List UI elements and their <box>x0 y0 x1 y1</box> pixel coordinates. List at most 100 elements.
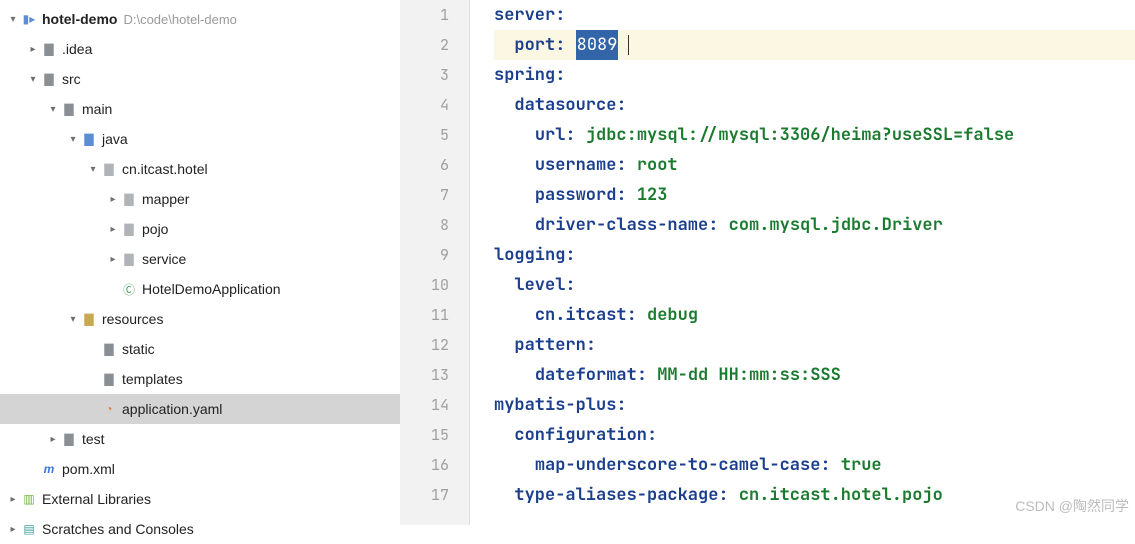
tree-label: hotel-demo <box>42 11 117 27</box>
tree-label: application.yaml <box>122 401 222 417</box>
editor-content[interactable]: server: port: 8089 spring: datasource: u… <box>470 0 1135 525</box>
resources-folder-icon: ▇ <box>80 310 98 328</box>
code-line[interactable]: pattern: <box>494 330 1135 360</box>
line-number: 2 <box>400 30 449 60</box>
line-number: 9 <box>400 240 449 270</box>
line-number: 5 <box>400 120 449 150</box>
tree-item-app-class[interactable]: ▸ Ⓒ HotelDemoApplication <box>0 274 400 304</box>
code-line[interactable]: cn.itcast: debug <box>494 300 1135 330</box>
tree-item-root[interactable]: ▾ ▮▸ hotel-demo D:\code\hotel-demo <box>0 4 400 34</box>
tree-item-package[interactable]: ▾ ▇ cn.itcast.hotel <box>0 154 400 184</box>
tree-label: static <box>122 341 155 357</box>
editor-gutter: 1234567891011121314151617 <box>400 0 470 525</box>
tree-item-mapper[interactable]: ▸ ▇ mapper <box>0 184 400 214</box>
module-icon: ▮▸ <box>20 10 38 28</box>
line-number: 15 <box>400 420 449 450</box>
tree-item-templates[interactable]: ▸ ▇ templates <box>0 364 400 394</box>
tree-item-static[interactable]: ▸ ▇ static <box>0 334 400 364</box>
code-line[interactable]: spring: <box>494 60 1135 90</box>
tree-label: main <box>82 101 112 117</box>
chevron-right-icon[interactable]: ▸ <box>106 194 120 205</box>
tree-label: pojo <box>142 221 168 237</box>
line-number: 17 <box>400 480 449 510</box>
code-line[interactable]: driver-class-name: com.mysql.jdbc.Driver <box>494 210 1135 240</box>
code-line[interactable]: mybatis-plus: <box>494 390 1135 420</box>
line-number: 11 <box>400 300 449 330</box>
package-icon: ▇ <box>120 250 138 268</box>
code-line-current[interactable]: port: 8089 <box>494 30 1135 60</box>
tree-label: service <box>142 251 186 267</box>
tree-item-application-yaml[interactable]: ▸ ◔ application.yaml <box>0 394 400 424</box>
line-number: 1 <box>400 0 449 30</box>
tree-item-java[interactable]: ▾ ▇ java <box>0 124 400 154</box>
chevron-down-icon[interactable]: ▾ <box>26 74 40 85</box>
line-number: 8 <box>400 210 449 240</box>
tree-label: templates <box>122 371 183 387</box>
folder-icon: ▇ <box>60 430 78 448</box>
chevron-right-icon[interactable]: ▸ <box>6 524 20 535</box>
line-number: 6 <box>400 150 449 180</box>
line-number: 13 <box>400 360 449 390</box>
tree-label: src <box>62 71 81 87</box>
library-icon: ▥ <box>20 490 38 508</box>
selected-text: 8089 <box>576 30 619 60</box>
yaml-file-icon: ◔ <box>100 400 118 418</box>
tree-label: HotelDemoApplication <box>142 281 281 297</box>
chevron-right-icon[interactable]: ▸ <box>106 254 120 265</box>
tree-item-scratches[interactable]: ▸ ▤ Scratches and Consoles <box>0 514 400 544</box>
class-icon: Ⓒ <box>120 280 138 298</box>
folder-icon: ▇ <box>40 40 58 58</box>
tree-label: resources <box>102 311 163 327</box>
line-number: 12 <box>400 330 449 360</box>
tree-label: pom.xml <box>62 461 115 477</box>
line-number: 10 <box>400 270 449 300</box>
package-icon: ▇ <box>120 220 138 238</box>
code-line[interactable]: url: jdbc:mysql://mysql:3306/heima?useSS… <box>494 120 1135 150</box>
code-line[interactable]: logging: <box>494 240 1135 270</box>
tree-label: cn.itcast.hotel <box>122 161 208 177</box>
tree-item-main[interactable]: ▾ ▇ main <box>0 94 400 124</box>
chevron-down-icon[interactable]: ▾ <box>66 314 80 325</box>
code-line[interactable]: configuration: <box>494 420 1135 450</box>
tree-path-hint: D:\code\hotel-demo <box>123 12 236 27</box>
package-icon: ▇ <box>120 190 138 208</box>
tree-item-resources[interactable]: ▾ ▇ resources <box>0 304 400 334</box>
tree-item-test[interactable]: ▸ ▇ test <box>0 424 400 454</box>
code-line[interactable]: username: root <box>494 150 1135 180</box>
scratch-icon: ▤ <box>20 520 38 538</box>
code-line[interactable]: map-underscore-to-camel-case: true <box>494 450 1135 480</box>
tree-label: .idea <box>62 41 92 57</box>
code-line[interactable]: level: <box>494 270 1135 300</box>
project-tree[interactable]: ▾ ▮▸ hotel-demo D:\code\hotel-demo ▸ ▇ .… <box>0 0 400 525</box>
line-number: 3 <box>400 60 449 90</box>
code-line[interactable]: datasource: <box>494 90 1135 120</box>
maven-icon: m <box>40 460 58 478</box>
chevron-down-icon[interactable]: ▾ <box>66 134 80 145</box>
code-line[interactable]: dateformat: MM-dd HH:mm:ss:SSS <box>494 360 1135 390</box>
chevron-right-icon[interactable]: ▸ <box>106 224 120 235</box>
line-number: 4 <box>400 90 449 120</box>
tree-item-external-libraries[interactable]: ▸ ▥ External Libraries <box>0 484 400 514</box>
package-icon: ▇ <box>100 160 118 178</box>
tree-label: java <box>102 131 128 147</box>
chevron-down-icon[interactable]: ▾ <box>6 14 20 25</box>
tree-item-pojo[interactable]: ▸ ▇ pojo <box>0 214 400 244</box>
tree-item-service[interactable]: ▸ ▇ service <box>0 244 400 274</box>
code-line[interactable]: password: 123 <box>494 180 1135 210</box>
tree-item-src[interactable]: ▾ ▇ src <box>0 64 400 94</box>
chevron-right-icon[interactable]: ▸ <box>6 494 20 505</box>
tree-label: Scratches and Consoles <box>42 521 194 537</box>
code-editor[interactable]: 1234567891011121314151617 server: port: … <box>400 0 1135 525</box>
chevron-right-icon[interactable]: ▸ <box>46 434 60 445</box>
line-number: 16 <box>400 450 449 480</box>
tree-label: test <box>82 431 105 447</box>
folder-icon: ▇ <box>40 70 58 88</box>
tree-item-idea[interactable]: ▸ ▇ .idea <box>0 34 400 64</box>
line-number: 7 <box>400 180 449 210</box>
chevron-right-icon[interactable]: ▸ <box>26 44 40 55</box>
line-number: 14 <box>400 390 449 420</box>
code-line[interactable]: server: <box>494 0 1135 30</box>
chevron-down-icon[interactable]: ▾ <box>86 164 100 175</box>
chevron-down-icon[interactable]: ▾ <box>46 104 60 115</box>
tree-item-pom[interactable]: ▸ m pom.xml <box>0 454 400 484</box>
